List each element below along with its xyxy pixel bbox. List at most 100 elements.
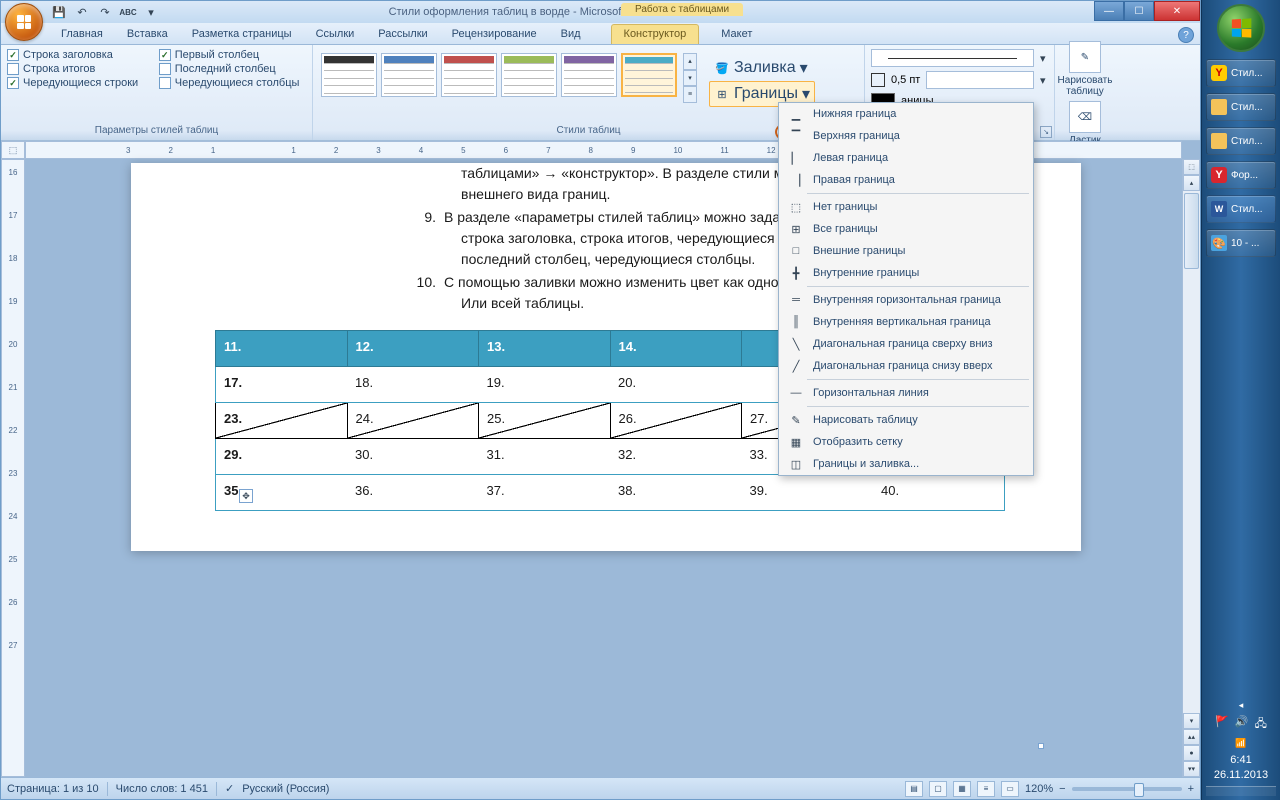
menu-horizontal-line[interactable]: —Горизонтальная линия: [779, 382, 1033, 404]
gallery-more-icon[interactable]: ≡: [683, 86, 697, 103]
table-cell[interactable]: 38.: [610, 475, 742, 511]
qat-undo-icon[interactable]: ↶: [72, 3, 92, 21]
tray-flag-icon[interactable]: 🚩: [1215, 715, 1229, 734]
menu-view-gridlines[interactable]: ▦Отобразить сетку: [779, 431, 1033, 453]
view-outline-icon[interactable]: ≡: [977, 781, 995, 797]
menu-diagonal-up[interactable]: ╱Диагональная граница снизу вверх: [779, 355, 1033, 377]
table-style-item[interactable]: [561, 53, 617, 97]
table-cell[interactable]: 39.: [742, 475, 874, 511]
table-cell[interactable]: 35.: [216, 475, 348, 511]
status-language[interactable]: Русский (Россия): [242, 783, 329, 795]
table-cell[interactable]: 20.: [610, 367, 742, 403]
table-cell[interactable]: 24.: [347, 403, 479, 439]
gallery-up-icon[interactable]: ▴: [683, 53, 697, 70]
tray-wifi-icon[interactable]: 📶: [1235, 738, 1246, 749]
qat-save-icon[interactable]: 💾: [49, 3, 69, 21]
gallery-down-icon[interactable]: ▾: [683, 70, 697, 87]
zoom-out-icon[interactable]: −: [1059, 783, 1065, 795]
table-cell[interactable]: 18.: [347, 367, 479, 403]
tab-design[interactable]: Конструктор: [611, 24, 700, 44]
qat-customize-icon[interactable]: ▾: [141, 3, 161, 21]
tab-home[interactable]: Главная: [49, 25, 115, 44]
menu-all-borders[interactable]: ⊞Все границы: [779, 218, 1033, 240]
table-style-item-selected[interactable]: [621, 53, 677, 97]
table-cell[interactable]: 30.: [347, 439, 479, 475]
group-launcher-icon[interactable]: ↘: [1040, 126, 1052, 138]
scroll-up-icon[interactable]: ▴: [1183, 175, 1200, 191]
table-styles-gallery[interactable]: ▴ ▾ ≡: [319, 49, 699, 107]
table-cell[interactable]: 25.: [479, 403, 611, 439]
tray-show-hidden-icon[interactable]: ◂: [1239, 700, 1244, 711]
next-page-icon[interactable]: ▾▾: [1183, 761, 1200, 777]
help-button[interactable]: ?: [1178, 27, 1194, 43]
table-cell[interactable]: 13.: [479, 331, 611, 367]
pen-weight-row[interactable]: 0,5 пт▾: [871, 71, 1048, 89]
view-web-layout-icon[interactable]: ▦: [953, 781, 971, 797]
menu-diagonal-down[interactable]: ╲Диагональная граница сверху вниз: [779, 333, 1033, 355]
table-cell[interactable]: 32.: [610, 439, 742, 475]
check-header-row[interactable]: ✓Строка заголовка: [7, 49, 145, 61]
zoom-in-icon[interactable]: +: [1188, 783, 1194, 795]
menu-right-border[interactable]: ▕Правая граница: [779, 169, 1033, 191]
tab-references[interactable]: Ссылки: [304, 25, 367, 44]
table-cell[interactable]: 17.: [216, 367, 348, 403]
menu-draw-table[interactable]: ✎Нарисовать таблицу: [779, 409, 1033, 431]
table-style-item[interactable]: [381, 53, 437, 97]
pen-style-row[interactable]: ▾: [871, 49, 1048, 67]
taskbar-item[interactable]: Стил...: [1206, 127, 1276, 155]
table-cell[interactable]: 40.: [873, 475, 1005, 511]
draw-table-button[interactable]: ✎ Нарисовать таблицу: [1061, 41, 1109, 97]
taskbar-item[interactable]: Стил...: [1206, 93, 1276, 121]
tray-network-icon[interactable]: 🖧: [1255, 715, 1267, 734]
tray-clock[interactable]: 6:41 26.11.2013: [1214, 753, 1268, 782]
scroll-thumb[interactable]: [1184, 193, 1199, 269]
prev-page-icon[interactable]: ▴▴: [1183, 729, 1200, 745]
table-cell[interactable]: 11.: [216, 331, 348, 367]
menu-left-border[interactable]: ▏Левая граница: [779, 147, 1033, 169]
qat-spellcheck-icon[interactable]: ABC: [118, 3, 138, 21]
table-style-item[interactable]: [441, 53, 497, 97]
browse-object-icon[interactable]: ●: [1183, 745, 1200, 761]
menu-bottom-border[interactable]: ▁Нижняя граница: [779, 103, 1033, 125]
menu-borders-shading-dialog[interactable]: ◫Границы и заливка...: [779, 453, 1033, 475]
check-total-row[interactable]: Строка итогов: [7, 63, 145, 75]
table-style-item[interactable]: [321, 53, 377, 97]
scroll-track[interactable]: [1183, 191, 1200, 713]
shading-button[interactable]: 🪣Заливка▾: [709, 55, 815, 81]
menu-outside-borders[interactable]: □Внешние границы: [779, 240, 1033, 262]
table-cell[interactable]: 31.: [479, 439, 611, 475]
menu-inside-horizontal[interactable]: ═Внутренняя горизонтальная граница: [779, 289, 1033, 311]
maximize-button[interactable]: ☐: [1124, 1, 1154, 21]
menu-inside-vertical[interactable]: ║Внутренняя вертикальная граница: [779, 311, 1033, 333]
menu-no-border[interactable]: ⬚Нет границы: [779, 196, 1033, 218]
status-word-count[interactable]: Число слов: 1 451: [116, 783, 208, 795]
table-resize-handle[interactable]: [1038, 743, 1044, 749]
taskbar-item[interactable]: 🎨10 - ...: [1206, 229, 1276, 257]
table-cell[interactable]: 29.: [216, 439, 348, 475]
scroll-down-icon[interactable]: ▾: [1183, 713, 1200, 729]
tab-layout[interactable]: Макет: [709, 25, 764, 44]
table-cell[interactable]: 37.: [479, 475, 611, 511]
tab-insert[interactable]: Вставка: [115, 25, 180, 44]
ruler-corner[interactable]: ⬚: [1, 141, 25, 159]
table-move-handle[interactable]: ✥: [239, 489, 253, 503]
office-button[interactable]: [5, 3, 43, 41]
tab-review[interactable]: Рецензирование: [440, 25, 549, 44]
check-first-column[interactable]: ✓Первый столбец: [159, 49, 306, 61]
taskbar-item[interactable]: YФор...: [1206, 161, 1276, 189]
taskbar-item-active[interactable]: WСтил...: [1206, 195, 1276, 223]
table-cell[interactable]: 26.: [610, 403, 742, 439]
tab-mailings[interactable]: Рассылки: [366, 25, 439, 44]
menu-inside-borders[interactable]: ╋Внутренние границы: [779, 262, 1033, 284]
table-cell[interactable]: 19.: [479, 367, 611, 403]
vertical-ruler[interactable]: 161718192021222324252627: [1, 159, 25, 777]
view-print-layout-icon[interactable]: ▤: [905, 781, 923, 797]
minimize-button[interactable]: —: [1094, 1, 1124, 21]
taskbar-item[interactable]: YСтил...: [1206, 59, 1276, 87]
status-zoom[interactable]: 120%: [1025, 783, 1053, 795]
eraser-button[interactable]: ⌫ Ластик: [1061, 101, 1109, 146]
ruler-toggle-icon[interactable]: ⬚: [1183, 159, 1200, 175]
table-cell[interactable]: 12.: [347, 331, 479, 367]
tab-view[interactable]: Вид: [549, 25, 593, 44]
table-cell[interactable]: 36.: [347, 475, 479, 511]
